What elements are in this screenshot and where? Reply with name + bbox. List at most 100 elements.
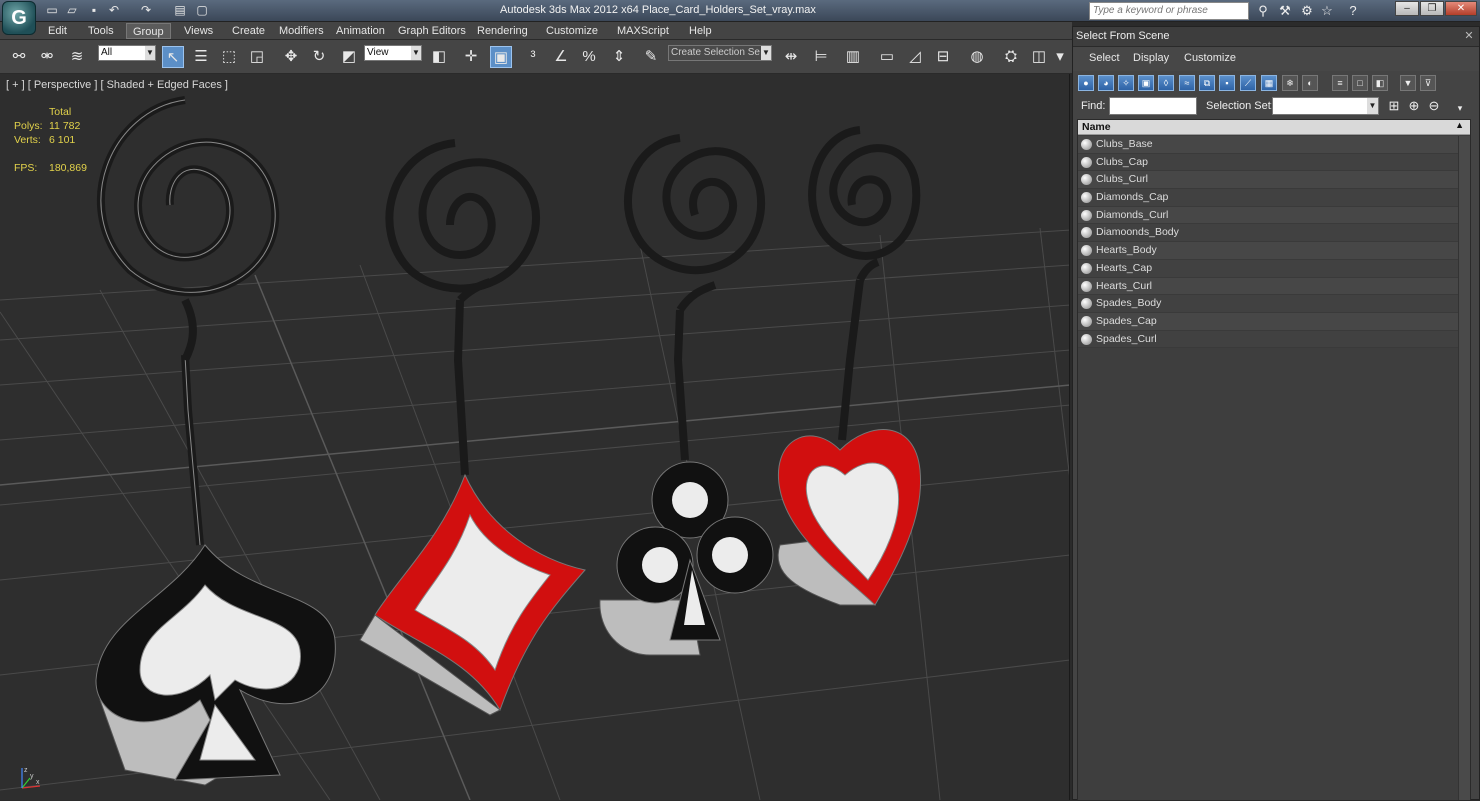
scene-canvas[interactable] xyxy=(0,74,1070,800)
list-item[interactable]: Spades_Curl xyxy=(1078,330,1458,349)
list-item[interactable]: Hearts_Cap xyxy=(1078,259,1458,278)
menu-rendering[interactable]: Rendering xyxy=(471,23,534,39)
remove-from-selection-set-icon[interactable]: ⊖ xyxy=(1425,97,1443,115)
create-selection-set-icon[interactable]: ⊞ xyxy=(1385,97,1403,115)
display-hidden-icon[interactable]: ◐ xyxy=(1302,75,1318,91)
help-icon[interactable]: ? xyxy=(1344,2,1362,20)
display-shapes-icon[interactable]: ◕ xyxy=(1098,75,1114,91)
render-production-icon[interactable]: ▾ xyxy=(1052,46,1068,68)
menu-maxscript[interactable]: MAXScript xyxy=(611,23,675,39)
angle-snap-icon[interactable]: ∠ xyxy=(550,46,572,68)
select-none-icon[interactable]: □ xyxy=(1352,75,1368,91)
list-item[interactable]: Diamonds_Cap xyxy=(1078,189,1458,207)
list-item[interactable]: Clubs_Cap xyxy=(1078,153,1458,172)
menu-animation[interactable]: Animation xyxy=(330,23,391,39)
list-scrollbar[interactable] xyxy=(1458,136,1470,800)
list-header-name[interactable]: Name ▲ xyxy=(1078,120,1470,135)
menu-views[interactable]: Views xyxy=(178,23,219,39)
display-lights-icon[interactable]: ✧ xyxy=(1118,75,1134,91)
close-button[interactable]: ✕ xyxy=(1445,1,1477,16)
layout-icon[interactable]: ▢ xyxy=(194,3,210,18)
list-item[interactable]: Spades_Cap xyxy=(1078,312,1458,331)
percent-snap-icon[interactable]: % xyxy=(578,46,600,68)
subscription-icon[interactable]: ⚒ xyxy=(1276,2,1294,20)
maximize-button[interactable]: ❐ xyxy=(1420,1,1444,16)
named-selection-set-dropdown[interactable]: Create Selection Se ▼ xyxy=(668,45,772,61)
display-cameras-icon[interactable]: ▣ xyxy=(1138,75,1154,91)
display-containers-icon[interactable]: ▦ xyxy=(1261,75,1277,91)
render-frame-icon[interactable]: ◫ xyxy=(1028,46,1050,68)
reference-coordinate-dropdown[interactable]: View ▼ xyxy=(364,45,422,61)
select-and-link-icon[interactable]: ⚯ xyxy=(8,46,30,68)
schematic-view-icon[interactable]: ⊟ xyxy=(932,46,954,68)
list-item[interactable]: Hearts_Curl xyxy=(1078,277,1458,296)
add-to-selection-set-icon[interactable]: ⊕ xyxy=(1405,97,1423,115)
dialog-title-bar[interactable]: Select From Scene ✕ xyxy=(1073,27,1479,47)
select-and-rotate-icon[interactable]: ↻ xyxy=(308,46,330,68)
open-file-icon[interactable]: ▱ xyxy=(64,3,80,18)
select-and-scale-icon[interactable]: ◩ xyxy=(338,46,360,68)
graphite-ribbon-icon[interactable]: ▭ xyxy=(876,46,898,68)
display-bones-icon[interactable]: ⟋ xyxy=(1240,75,1256,91)
display-frozen-icon[interactable]: ❄ xyxy=(1282,75,1298,91)
display-xrefs-icon[interactable]: ▪ xyxy=(1219,75,1235,91)
edit-named-selection-icon[interactable]: ✎ xyxy=(640,46,662,68)
menu-graph-editors[interactable]: Graph Editors xyxy=(392,23,472,39)
selection-filter-dropdown[interactable]: All ▼ xyxy=(98,45,156,61)
viewport-label[interactable]: [ + ] [ Perspective ] [ Shaded + Edged F… xyxy=(6,79,228,91)
list-item[interactable]: Hearts_Body xyxy=(1078,242,1458,260)
project-folder-icon[interactable]: ▤ xyxy=(172,3,188,18)
menu-tools[interactable]: Tools xyxy=(82,23,120,39)
rectangular-selection-icon[interactable]: ⬚ xyxy=(218,46,240,68)
render-setup-icon[interactable]: ⛭ xyxy=(1000,46,1022,68)
align-icon[interactable]: ⊨ xyxy=(810,46,832,68)
select-and-move-icon[interactable]: ✥ xyxy=(280,46,302,68)
select-all-icon[interactable]: ≡ xyxy=(1332,75,1348,91)
display-geometry-icon[interactable]: ● xyxy=(1078,75,1094,91)
menu-modifiers[interactable]: Modifiers xyxy=(273,23,330,39)
menu-group[interactable]: Group xyxy=(126,23,171,39)
curve-editor-icon[interactable]: ◿ xyxy=(904,46,926,68)
window-crossing-icon[interactable]: ◲ xyxy=(246,46,268,68)
app-logo-icon[interactable]: G xyxy=(2,1,36,35)
list-item[interactable]: Diamonds_Curl xyxy=(1078,206,1458,225)
filter-icon[interactable]: ▼ xyxy=(1400,75,1416,91)
binoculars-icon[interactable]: ⚲ xyxy=(1254,2,1272,20)
material-editor-icon[interactable]: ◍ xyxy=(966,46,988,68)
pivot-center-icon[interactable]: ◧ xyxy=(428,46,450,68)
dialog-menu-customize[interactable]: Customize xyxy=(1184,52,1236,64)
redo-icon[interactable]: ↷ xyxy=(138,3,154,18)
new-file-icon[interactable]: ▭ xyxy=(44,3,60,18)
perspective-viewport[interactable]: [ + ] [ Perspective ] [ Shaded + Edged F… xyxy=(0,74,1070,800)
select-by-name-icon[interactable]: ☰ xyxy=(190,46,212,68)
save-file-icon[interactable]: ▪ xyxy=(86,3,102,18)
minimize-button[interactable]: – xyxy=(1395,1,1419,16)
select-and-manipulate-icon[interactable]: ✛ xyxy=(460,46,482,68)
select-invert-icon[interactable]: ◧ xyxy=(1372,75,1388,91)
undo-icon[interactable]: ↶ xyxy=(106,3,122,18)
selection-set-dropdown[interactable]: ▼ xyxy=(1272,97,1379,115)
menu-help[interactable]: Help xyxy=(683,23,718,39)
list-item[interactable]: Clubs_Curl xyxy=(1078,171,1458,190)
layer-manager-icon[interactable]: ▥ xyxy=(842,46,864,68)
dialog-menu-select[interactable]: Select xyxy=(1089,52,1120,64)
list-item[interactable]: Clubs_Base xyxy=(1078,136,1458,154)
spinner-snap-icon[interactable]: ⇕ xyxy=(608,46,630,68)
keyword-search-input[interactable]: Type a keyword or phrase xyxy=(1089,2,1249,20)
options-chevron-icon[interactable]: ▾ xyxy=(1451,99,1469,117)
keyboard-shortcut-toggle-icon[interactable]: ▣ xyxy=(490,46,512,68)
mirror-icon[interactable]: ⇹ xyxy=(780,46,802,68)
display-space-warps-icon[interactable]: ≈ xyxy=(1179,75,1195,91)
snaps-toggle-icon[interactable]: ³ xyxy=(522,46,544,68)
find-input[interactable] xyxy=(1109,97,1197,115)
dialog-close-icon[interactable]: ✕ xyxy=(1463,30,1475,42)
menu-edit[interactable]: Edit xyxy=(42,23,73,39)
select-object-icon[interactable]: ↖ xyxy=(162,46,184,68)
list-item[interactable]: Spades_Body xyxy=(1078,295,1458,313)
menu-create[interactable]: Create xyxy=(226,23,271,39)
communication-icon[interactable]: ⚙ xyxy=(1298,2,1316,20)
favorites-icon[interactable]: ☆ xyxy=(1318,2,1336,20)
menu-customize[interactable]: Customize xyxy=(540,23,604,39)
filter-options-icon[interactable]: ⊽ xyxy=(1420,75,1436,91)
dialog-menu-display[interactable]: Display xyxy=(1133,52,1169,64)
